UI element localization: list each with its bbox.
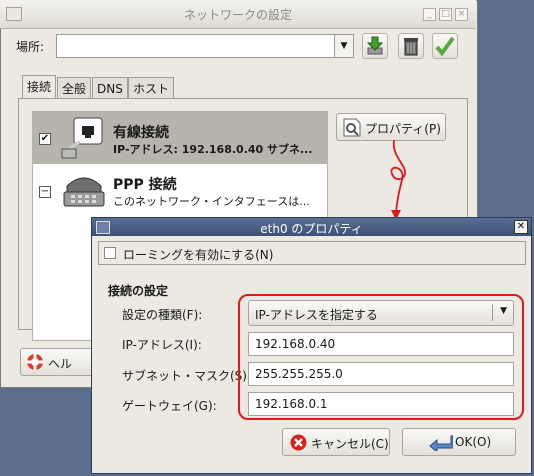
modem-icon — [63, 177, 105, 207]
main-titlebar[interactable]: ネットワークの設定 _ □ × — [0, 0, 476, 29]
list-item-ppp[interactable]: − PPP 接続 このネットワーク・インタフェースは... — [33, 164, 327, 214]
trash-icon — [404, 38, 418, 56]
save-location-button[interactable] — [362, 33, 388, 59]
location-label: 場所: — [16, 40, 45, 54]
cancel-button-label: キャンセル(C) — [311, 437, 389, 451]
roaming-frame: ローミングを有効にする(N) — [98, 241, 526, 265]
properties-icon — [343, 118, 361, 137]
help-button[interactable]: ヘル — [20, 348, 96, 376]
location-combo[interactable]: ▼ — [56, 34, 354, 58]
tab-dns[interactable]: DNS — [92, 77, 128, 99]
ppp-connection-title: PPP 接続 — [113, 177, 177, 193]
cancel-icon — [290, 434, 307, 451]
ethernet-icon — [61, 117, 103, 159]
config-type-label: 設定の種類(F): — [122, 308, 203, 322]
annotation-arrow — [390, 139, 406, 220]
checkmark-icon — [435, 36, 455, 57]
ppp-enable-checkbox[interactable]: − — [39, 186, 51, 198]
close-icon[interactable]: ✕ — [514, 220, 528, 234]
tab-connections[interactable]: 接続 — [22, 75, 57, 99]
ip-address-label: IP-アドレス(I): — [122, 338, 202, 352]
maximize-icon[interactable]: □ — [439, 8, 452, 21]
delete-location-button[interactable] — [398, 33, 424, 59]
wired-connection-title: 有線接続 — [113, 125, 169, 141]
wired-connection-subtitle: IP-アドレス: 192.168.0.40 サブネ... — [113, 143, 313, 156]
ppp-connection-subtitle: このネットワーク・インタフェースは... — [113, 195, 310, 208]
chevron-down-icon[interactable]: ▼ — [334, 35, 353, 57]
tab-hosts[interactable]: ホスト — [128, 77, 175, 99]
properties-button-label: プロパティ(P) — [365, 122, 441, 136]
ok-button-label: OK(O) — [455, 435, 492, 449]
lifebuoy-icon — [27, 354, 43, 370]
dialog-titlebar[interactable]: eth0 のプロパティ ✕ — [92, 218, 531, 236]
list-item-wired[interactable]: ✔ 有線接続 IP-アドレス: 192.168.0.40 サブネ... — [33, 112, 327, 164]
tab-general[interactable]: 全般 — [57, 77, 92, 99]
minimize-icon[interactable]: _ — [423, 8, 436, 21]
help-button-label: ヘル — [48, 357, 73, 371]
connection-settings-heading: 接続の設定 — [108, 284, 169, 298]
apply-button[interactable] — [432, 33, 458, 59]
ok-button[interactable]: OK(O) — [402, 428, 516, 456]
roaming-label[interactable]: ローミングを有効にする(N) — [123, 246, 273, 263]
highlight-box — [238, 294, 524, 420]
return-arrow-icon — [429, 435, 453, 451]
properties-button[interactable]: プロパティ(P) — [336, 113, 446, 141]
download-icon — [366, 36, 384, 55]
cancel-button[interactable]: キャンセル(C) — [282, 428, 390, 456]
subnet-mask-label: サブネット・マスク(S): — [122, 369, 252, 383]
roaming-checkbox[interactable] — [104, 247, 116, 259]
main-window-title: ネットワークの設定 — [183, 8, 292, 22]
gateway-label: ゲートウェイ(G): — [122, 399, 217, 413]
close-icon[interactable]: × — [455, 8, 468, 21]
dialog-title: eth0 のプロパティ — [260, 222, 363, 236]
wired-enable-checkbox[interactable]: ✔ — [39, 133, 51, 145]
